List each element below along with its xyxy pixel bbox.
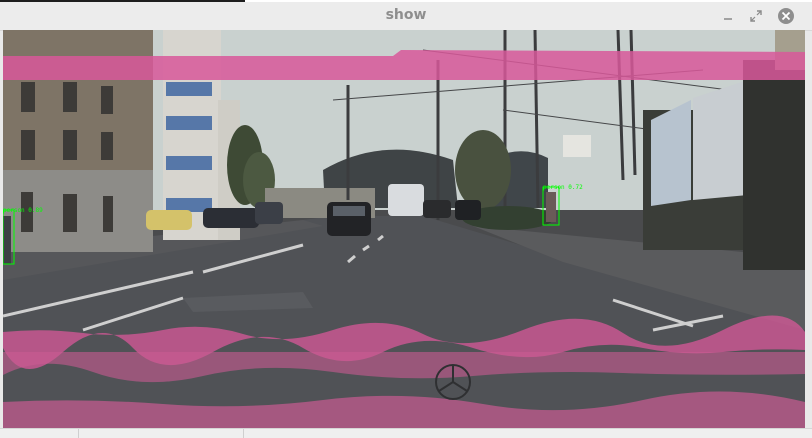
detection-label-pedestrian-left: person 0.89 — [3, 207, 43, 214]
maximize-icon — [750, 10, 762, 22]
minimize-icon — [724, 18, 732, 20]
show-window: show person 0.72 person 0.89 — [0, 2, 812, 438]
detection-label-pedestrian-right: person 0.72 — [543, 184, 583, 191]
maximize-button[interactable] — [746, 6, 766, 26]
close-icon — [778, 8, 794, 24]
window-title: show — [385, 7, 427, 23]
street-scene-image: person 0.72 person 0.89 — [3, 30, 805, 428]
minimize-button[interactable] — [718, 6, 738, 26]
image-canvas[interactable]: person 0.72 person 0.89 — [3, 30, 805, 428]
title-bar[interactable]: show — [0, 2, 812, 31]
close-button[interactable] — [776, 6, 796, 26]
